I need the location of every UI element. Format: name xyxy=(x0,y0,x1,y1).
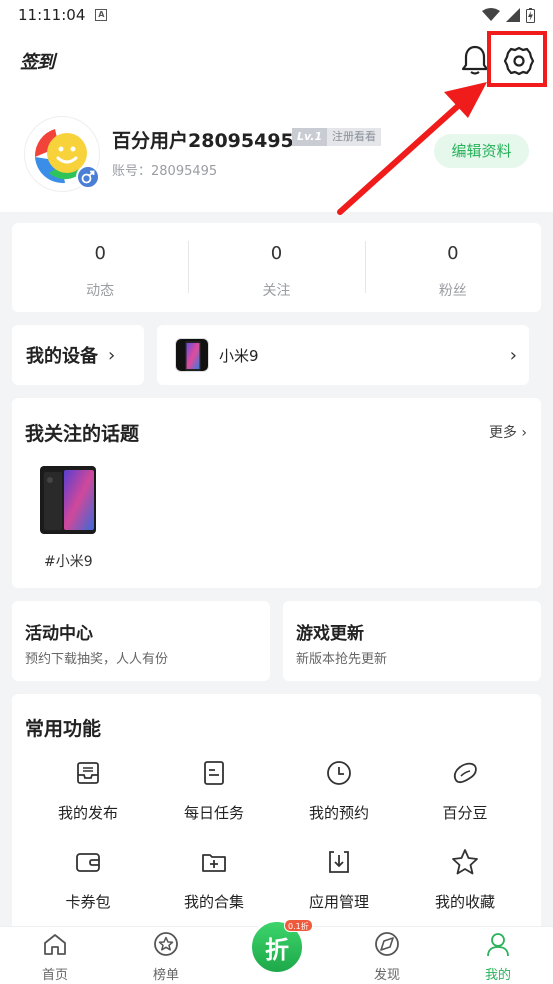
stat-posts[interactable]: 0 动态 xyxy=(12,223,188,312)
feature-subtitle: 预约下载抽奖，人人有份 xyxy=(25,652,169,667)
topic-image[interactable] xyxy=(40,466,96,534)
nav-mine[interactable]: 我的 xyxy=(458,927,538,983)
followed-topics-card: 我关注的话题 更多 › #小米9 xyxy=(12,398,541,588)
section-title: 我关注的话题 xyxy=(25,423,140,445)
nav-label: 首页 xyxy=(41,968,68,983)
func-label: 我的合集 xyxy=(183,893,244,911)
stat-following[interactable]: 0 关注 xyxy=(188,223,364,312)
phone-thumbnail xyxy=(175,338,209,372)
compass-icon xyxy=(375,932,399,956)
task-list-icon xyxy=(204,761,224,785)
activity-center-card[interactable]: 活动中心 预约下载抽奖，人人有份 xyxy=(12,601,270,681)
topic-label[interactable]: #小米9 xyxy=(44,551,93,571)
wallet-icon xyxy=(76,853,100,872)
download-box-icon xyxy=(329,851,349,873)
stat-value: 0 xyxy=(94,243,106,264)
clock-icon xyxy=(327,761,351,785)
device-phone-item[interactable]: 小米9 › xyxy=(157,325,529,385)
func-label: 每日任务 xyxy=(183,804,244,822)
chevron-right-icon: › xyxy=(108,344,116,366)
device-title: 我的设备 xyxy=(26,346,98,367)
feature-subtitle: 新版本抢先更新 xyxy=(296,652,388,667)
home-icon xyxy=(44,934,66,955)
discount-badge: 0.1折 xyxy=(284,919,313,932)
phone-name: 小米9 xyxy=(219,346,259,365)
stats-card: 0 动态 0 关注 0 粉丝 xyxy=(12,223,541,312)
func-coupons[interactable]: 卡券包 xyxy=(25,847,151,912)
inbox-icon xyxy=(77,762,99,784)
func-app-management[interactable]: 应用管理 xyxy=(276,847,402,912)
feature-title: 活动中心 xyxy=(25,624,93,644)
common-functions-card: 常用功能 我的发布 每日任务 我的预约 百分豆 卡券包 我的合集 应用管理 我的… xyxy=(12,694,541,926)
stat-label: 动态 xyxy=(86,283,115,299)
section-title: 常用功能 xyxy=(25,718,102,740)
nav-discover[interactable]: 发现 xyxy=(347,927,427,983)
star-icon xyxy=(452,849,478,875)
stat-label: 关注 xyxy=(262,283,291,299)
stat-value: 0 xyxy=(270,243,283,264)
game-updates-card[interactable]: 游戏更新 新版本抢先更新 xyxy=(283,601,541,681)
nav-label: 我的 xyxy=(484,968,511,983)
my-device-button[interactable]: 我的设备 › xyxy=(12,325,144,385)
nav-label: 发现 xyxy=(373,968,400,983)
stat-followers[interactable]: 0 粉丝 xyxy=(364,223,541,312)
bean-icon xyxy=(453,762,477,784)
func-label: 卡券包 xyxy=(65,893,111,911)
feature-title: 游戏更新 xyxy=(296,624,364,644)
nav-label: 榜单 xyxy=(152,968,179,983)
func-label: 我的预约 xyxy=(308,804,369,822)
folder-add-icon xyxy=(202,854,226,872)
func-label: 我的发布 xyxy=(57,804,118,822)
stat-label: 粉丝 xyxy=(438,283,467,299)
func-reservations[interactable]: 我的预约 xyxy=(276,758,402,823)
user-icon xyxy=(487,933,509,957)
chevron-right-icon: › xyxy=(509,344,517,366)
nav-home[interactable]: 首页 xyxy=(15,927,95,983)
func-label: 应用管理 xyxy=(308,893,369,911)
func-label: 百分豆 xyxy=(442,804,488,822)
stat-value: 0 xyxy=(447,243,459,264)
nav-rankings[interactable]: 榜单 xyxy=(126,927,206,983)
func-beans[interactable]: 百分豆 xyxy=(402,758,528,823)
func-my-posts[interactable]: 我的发布 xyxy=(25,758,151,823)
more-link[interactable]: 更多 › xyxy=(489,422,527,442)
func-daily-tasks[interactable]: 每日任务 xyxy=(151,758,277,823)
func-collections[interactable]: 我的合集 xyxy=(151,847,277,912)
func-label: 我的收藏 xyxy=(434,893,495,911)
func-favorites[interactable]: 我的收藏 xyxy=(402,847,528,912)
star-badge-icon xyxy=(154,932,178,956)
